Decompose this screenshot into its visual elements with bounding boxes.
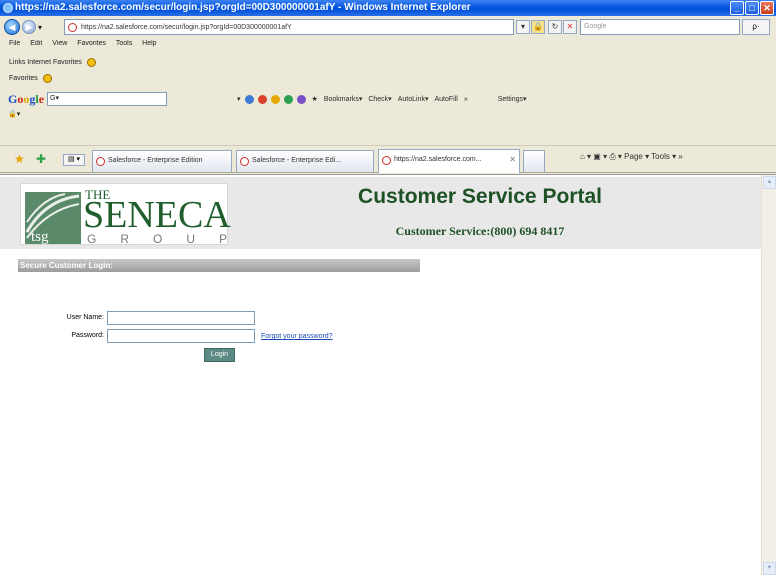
browser-window: https://na2.salesforce.com/secur/login.j… [0,0,776,575]
menu-tools[interactable]: Tools [116,40,132,47]
google-logo[interactable]: Google [8,92,44,107]
translate-icon[interactable] [296,94,306,104]
google-search-icon[interactable] [244,94,254,104]
search-button[interactable]: ρ· [742,19,770,35]
links-icon[interactable] [86,57,96,67]
google-logo-letter: e [38,91,45,106]
menu-help[interactable]: Help [142,40,156,47]
news-icon[interactable] [257,94,267,104]
bookmarks-menu[interactable]: Bookmarks▾ [324,95,363,103]
maximize-button[interactable]: □ [745,1,759,15]
new-tab-button[interactable] [523,150,545,172]
recent-pages-dropdown[interactable]: ▾ [38,23,42,32]
login-button[interactable]: Login [204,348,235,362]
search-input[interactable]: Google [580,19,740,35]
menu-file[interactable]: File [9,40,20,47]
tab-label: https://na2.salesforce.com... [394,156,482,163]
title-bar: https://na2.salesforce.com/secur/login.j… [0,0,776,16]
more-chevron-icon[interactable]: » [464,96,468,103]
tab-close-icon[interactable]: ✕ [509,150,516,170]
tab-label: Salesforce - Enterprise Edition [108,157,203,164]
favorites-icon[interactable] [42,73,52,83]
username-field[interactable] [107,311,255,325]
tab-bar: ★ ✚ ▤ ▾ Salesforce - Enterprise Edition … [0,145,776,173]
menu-edit[interactable]: Edit [30,40,42,47]
tab-label: Salesforce - Enterprise Edi... [252,157,342,164]
scroll-up-button[interactable]: ▲ [763,176,776,189]
stop-icon[interactable]: ✕ [563,20,577,34]
address-text: https://na2.salesforce.com/secur/login.j… [81,23,292,31]
quick-tabs-button[interactable]: ▤ ▾ [63,154,85,166]
autolink-menu[interactable]: AutoLink▾ [398,95,429,103]
links-bar: Links Internet Favorites [0,54,776,70]
favorites-label[interactable]: Favorites [9,75,38,82]
address-bar[interactable]: https://na2.salesforce.com/secur/login.j… [64,19,514,35]
favorites-center-star-icon[interactable]: ★ [14,152,25,166]
google-logo-letter: G [8,91,18,106]
portal-header: tsg THE SENECA G R O U P Customer Servic… [0,177,761,249]
settings-menu[interactable]: Settings▾ [498,95,527,103]
close-button[interactable]: ✕ [760,1,774,15]
tab-login-page[interactable]: https://na2.salesforce.com... ✕ [378,149,520,173]
tab-salesforce-enterprise-2[interactable]: Salesforce - Enterprise Edi... [236,150,374,172]
links-label[interactable]: Links Internet Favorites [9,59,82,66]
password-label: Password: [71,332,104,339]
logo-group-letter: U [186,232,195,246]
autofill-button[interactable]: AutoFill [434,96,457,103]
command-bar[interactable]: ⌂ ▾ ▣ ▾ ⎙ ▾ Page ▾ Tools ▾ » [580,152,683,162]
page-favicon-icon [68,22,77,32]
logo-emblem-text: tsg [31,229,49,244]
logo-group-letter: P [218,232,227,246]
scroll-down-button[interactable]: ▼ [763,562,776,575]
menu-bar: File Edit View Favorites Tools Help [0,40,776,54]
forgot-password-link[interactable]: Forgot your password? [261,333,333,340]
logo-name-text: SENECA [83,194,231,236]
page-title: Customer Service Portal [358,185,602,208]
forward-button[interactable]: ▶ [22,20,36,34]
spellcheck-icon[interactable] [283,94,293,104]
favorites-row: Favorites [0,71,776,85]
add-favorite-icon[interactable]: ✚ [36,152,46,166]
salesforce-favicon-icon [240,157,249,166]
window-controls: _ □ ✕ [730,1,774,15]
password-field[interactable] [107,329,255,343]
ie-icon [3,3,13,13]
minimize-button[interactable]: _ [730,1,744,15]
address-toolbar: ◀ ▶ ▾ https://na2.salesforce.com/secur/l… [0,16,776,38]
google-search-input[interactable]: G▾ [47,92,168,106]
menu-view[interactable]: View [52,40,67,47]
back-button[interactable]: ◀ [4,19,20,35]
extra-toolbar-button[interactable]: 🔒▾ [8,111,20,118]
google-search-dropdown[interactable]: ▾ [237,95,241,103]
seneca-logo: tsg THE SENECA G R O U P [20,183,231,246]
check-menu[interactable]: Check▾ [368,95,391,103]
tab-salesforce-enterprise[interactable]: Salesforce - Enterprise Edition [92,150,232,172]
google-toolbar: Google G▾ ▾ ★ Bookmarks▾ Check▾ AutoLink… [0,89,776,109]
logo-group-letter: R [120,232,129,246]
logo-group-text: G R O U P [87,232,227,246]
seneca-emblem-icon: tsg [25,192,81,244]
address-dropdown-button[interactable]: ▾ [516,20,530,34]
salesforce-favicon-icon [382,156,391,165]
logo-group-letter: G [87,232,97,246]
page-viewport: tsg THE SENECA G R O U P Customer Servic… [0,174,776,575]
popup-blocker-icon[interactable] [270,94,280,104]
window-title: https://na2.salesforce.com/secur/login.j… [15,2,471,13]
username-label: User Name: [66,314,104,321]
login-section-title: Secure Customer Login: [18,259,420,272]
menu-favorites[interactable]: Favorites [77,40,106,47]
vertical-scrollbar[interactable]: ▲ ▼ [761,175,776,575]
refresh-icon[interactable]: ↻ [548,20,562,34]
customer-service-phone: Customer Service:(800) 694 8417 [395,224,565,238]
lock-icon[interactable]: 🔒 [531,20,545,34]
bookmarks-star-icon[interactable]: ★ [312,95,318,103]
logo-group-letter: O [152,232,163,246]
extra-toolbar: 🔒▾ [0,110,776,124]
salesforce-favicon-icon [96,157,105,166]
